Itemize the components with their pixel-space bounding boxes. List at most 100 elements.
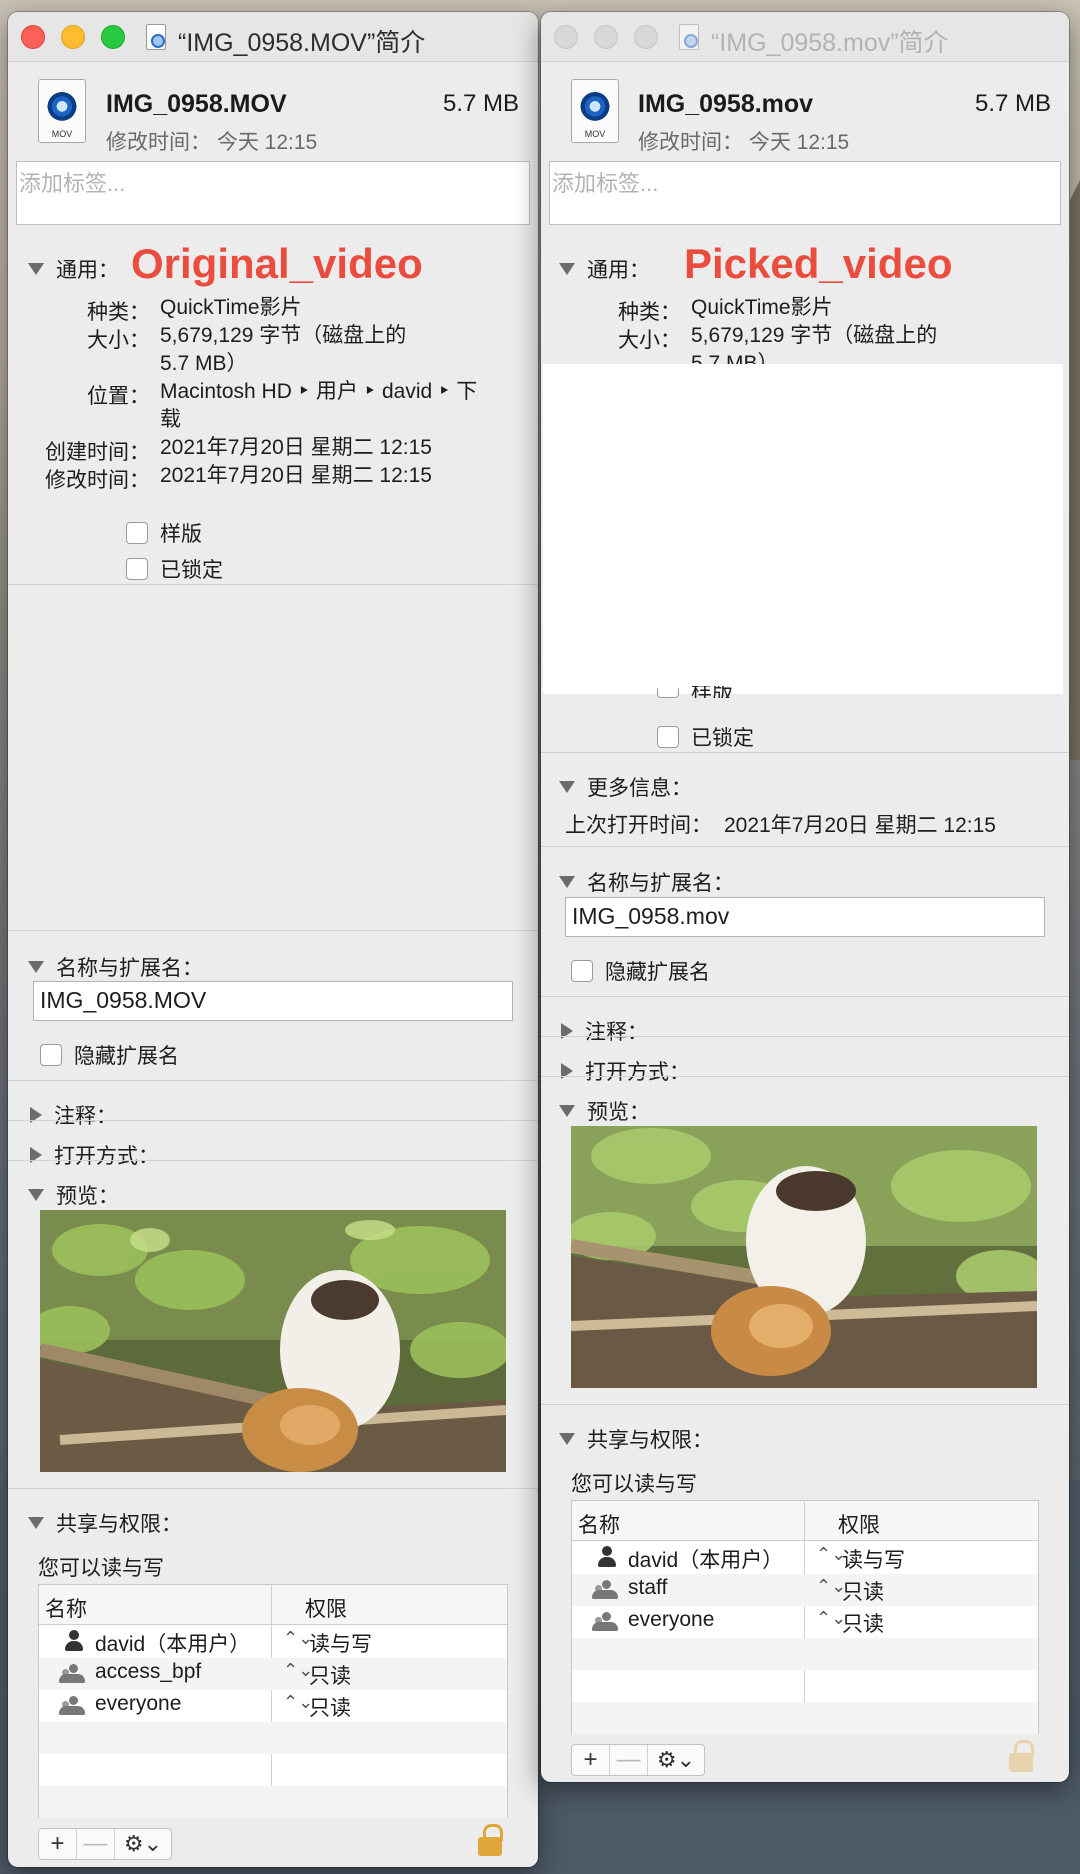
name-field[interactable]: IMG_0958.mov <box>565 897 1045 937</box>
sharing-summary: 您可以读与写 <box>571 1473 697 1496</box>
modified-summary: 修改时间： 今天 12:15 <box>106 131 318 154</box>
quicktime-file-icon[interactable]: MOV <box>571 79 619 143</box>
section-label: 通用： <box>56 259 119 282</box>
title-bar[interactable]: “IMG_0958.MOV”简介 <box>8 12 538 62</box>
column-header-name[interactable]: 名称 <box>578 1509 620 1539</box>
where-label: 位置： <box>87 385 150 408</box>
where-value-cont: 载 <box>160 408 181 431</box>
kind-value: QuickTime影片 <box>691 296 833 319</box>
section-more-info[interactable]: 更多信息： <box>559 772 692 802</box>
video-preview-thumbnail[interactable] <box>571 1126 1037 1388</box>
disclosure-triangle-icon <box>28 1189 44 1201</box>
table-row[interactable]: david（本用户） ⌃⌄ 读与写 <box>572 1542 1038 1574</box>
annotation-label: Picked_video <box>684 240 953 287</box>
disclosure-triangle-icon <box>559 1105 575 1117</box>
table-header: 名称 权限 <box>572 1501 1038 1541</box>
add-button[interactable]: + <box>572 1745 610 1775</box>
quicktime-file-icon[interactable]: MOV <box>38 79 86 143</box>
divider <box>8 930 538 931</box>
modified-summary: 修改时间： 今天 12:15 <box>638 131 850 154</box>
gear-menu-button[interactable]: ⚙︎⌄ <box>648 1745 704 1775</box>
zoom-button[interactable] <box>101 25 125 49</box>
title-bar[interactable]: “IMG_0958.mov”简介 <box>541 12 1069 62</box>
divider <box>8 1488 538 1489</box>
name-field[interactable]: IMG_0958.MOV <box>33 981 513 1021</box>
annotation-label: Original_video <box>131 240 423 287</box>
section-sharing-permissions[interactable]: 共享与权限： <box>559 1424 713 1454</box>
last-opened-label: 上次打开时间： <box>565 814 712 837</box>
column-header-privilege[interactable]: 权限 <box>305 1593 347 1623</box>
disclosure-triangle-icon <box>559 876 575 888</box>
file-name: IMG_0958.MOV <box>106 90 287 118</box>
minimize-button[interactable] <box>61 25 85 49</box>
document-proxy-icon[interactable] <box>679 24 699 50</box>
table-row[interactable]: staff ⌃⌄ 只读 <box>572 1574 1038 1606</box>
tags-input[interactable]: 添加标签... <box>16 161 530 225</box>
table-row[interactable]: everyone ⌃⌄ 只读 <box>572 1606 1038 1638</box>
modified-label: 修改时间： <box>45 469 150 492</box>
divider <box>8 584 538 585</box>
modified-value: 2021年7月20日 星期二 12:15 <box>160 464 432 487</box>
table-header: 名称 权限 <box>39 1585 507 1625</box>
group-icon <box>592 1578 618 1600</box>
table-row[interactable]: access_bpf ⌃⌄ 只读 <box>39 1658 507 1690</box>
permissions-toolbar: + — ⚙︎⌄ <box>571 1744 705 1776</box>
section-general[interactable]: 通用： <box>28 254 119 284</box>
stationery-checkbox[interactable]: 样版 <box>657 686 733 698</box>
table-row[interactable]: david（本用户） ⌃⌄ 读与写 <box>39 1626 507 1658</box>
remove-button[interactable]: — <box>77 1829 115 1859</box>
disclosure-triangle-icon <box>28 961 44 973</box>
group-icon <box>59 1662 85 1684</box>
section-open-with[interactable]: 打开方式： <box>559 1056 690 1086</box>
table-row[interactable]: everyone ⌃⌄ 只读 <box>39 1690 507 1722</box>
divider <box>541 1076 1069 1077</box>
video-preview-thumbnail[interactable] <box>40 1210 506 1472</box>
section-preview[interactable]: 预览： <box>559 1096 650 1126</box>
column-header-privilege[interactable]: 权限 <box>838 1509 880 1539</box>
gear-menu-button[interactable]: ⚙︎⌄ <box>115 1829 171 1859</box>
section-open-with[interactable]: 打开方式： <box>28 1140 159 1170</box>
lock-icon[interactable] <box>1009 1740 1034 1774</box>
section-name-extension[interactable]: 名称与扩展名： <box>559 867 734 897</box>
size-label: 大小： <box>87 329 150 352</box>
section-sharing-permissions[interactable]: 共享与权限： <box>28 1508 182 1538</box>
window-title: “IMG_0958.mov”简介 <box>711 29 949 57</box>
close-button[interactable] <box>554 25 578 49</box>
tags-input[interactable]: 添加标签... <box>549 161 1061 225</box>
stationery-checkbox[interactable]: 样版 <box>126 518 202 548</box>
column-header-name[interactable]: 名称 <box>45 1593 87 1623</box>
where-value: Macintosh HD ‣ 用户 ‣ david ‣ 下 <box>160 380 478 403</box>
locked-checkbox[interactable]: 已锁定 <box>657 722 754 752</box>
created-value: 2021年7月20日 星期二 12:15 <box>160 436 432 459</box>
hide-extension-checkbox[interactable]: 隐藏扩展名 <box>571 956 710 986</box>
section-general[interactable]: 通用： <box>559 254 650 284</box>
add-button[interactable]: + <box>39 1829 77 1859</box>
divider <box>541 846 1069 847</box>
disclosure-triangle-icon <box>559 781 575 793</box>
locked-checkbox[interactable]: 已锁定 <box>126 554 223 584</box>
permissions-table[interactable]: 名称 权限 david（本用户） ⌃⌄ 读与写 access_bpf ⌃⌄ 只读… <box>38 1584 508 1818</box>
size-value: 5,679,129 字节（磁盘上的 <box>160 324 407 347</box>
divider <box>541 1036 1069 1037</box>
group-icon <box>59 1694 85 1716</box>
lock-icon[interactable] <box>478 1824 503 1858</box>
remove-button[interactable]: — <box>610 1745 648 1775</box>
divider <box>8 1160 538 1161</box>
section-preview[interactable]: 预览： <box>28 1180 119 1210</box>
table-row-empty <box>39 1786 507 1818</box>
document-proxy-icon[interactable] <box>146 24 166 50</box>
close-button[interactable] <box>21 25 45 49</box>
section-comments[interactable]: 注释： <box>28 1100 117 1130</box>
size-value-cont: 5.7 MB） <box>160 352 248 375</box>
section-comments[interactable]: 注释： <box>559 1016 648 1046</box>
divider <box>8 1120 538 1121</box>
kind-label: 种类： <box>618 301 681 324</box>
kind-value: QuickTime影片 <box>160 296 302 319</box>
group-icon <box>592 1610 618 1632</box>
hide-extension-checkbox[interactable]: 隐藏扩展名 <box>40 1040 179 1070</box>
divider <box>541 996 1069 997</box>
zoom-button[interactable] <box>634 25 658 49</box>
section-name-extension[interactable]: 名称与扩展名： <box>28 952 203 982</box>
permissions-table[interactable]: 名称 权限 david（本用户） ⌃⌄ 读与写 staff ⌃⌄ 只读 ever… <box>571 1500 1039 1734</box>
minimize-button[interactable] <box>594 25 618 49</box>
